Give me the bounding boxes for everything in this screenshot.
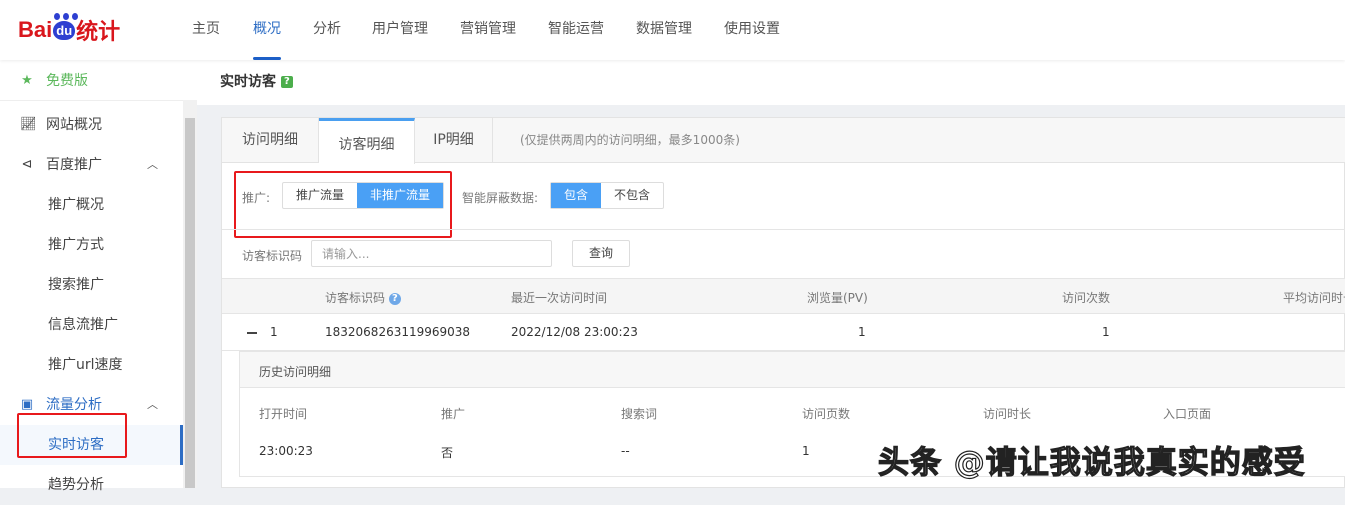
tab-note: (仅提供两周内的访问明细，最多1000条) — [520, 133, 740, 147]
query-button[interactable]: 查询 — [572, 240, 630, 267]
sidebar-item-search-promo[interactable]: 搜索推广 — [0, 265, 183, 305]
line-chart-icon: 📈︎ — [20, 117, 37, 132]
page-title: 实时访客 — [220, 74, 276, 90]
collapse-icon[interactable] — [247, 332, 257, 334]
page-title-bar: 实时访客 ? — [197, 60, 1345, 105]
col-avg-duration: 平均访问时长 — [1283, 291, 1345, 305]
pages-value: 1 — [802, 444, 810, 458]
col-last-visit: 最近一次访问时间 — [511, 291, 608, 305]
sidebar: ★ 免费版 📈︎ 网站概况 ⊲ 百度推广 ︿ 推广概况 推广方式 搜索推广 信息流推广 … — [0, 60, 197, 493]
col-pages: 访问页数 — [802, 407, 851, 421]
highlight-box — [234, 171, 452, 238]
visitor-id-input[interactable] — [311, 240, 552, 267]
sidebar-item-site-overview[interactable]: 📈︎ 网站概况 — [0, 105, 183, 145]
nav-marketing[interactable]: 营销管理 — [460, 0, 516, 60]
table-row[interactable]: 1 1832068263119969038 2022/12/08 23:00:2… — [222, 314, 1345, 351]
sidebar-item-trend-analysis[interactable]: 趋势分析 — [0, 465, 183, 505]
chevron-up-icon: ︿ — [147, 398, 158, 411]
col-promo: 推广 — [441, 407, 466, 421]
col-visitor-id: 访客标识码 ? — [325, 289, 401, 306]
nav-analysis[interactable]: 分析 — [313, 0, 341, 60]
col-keyword: 搜索词 — [621, 407, 658, 421]
col-open-time: 打开时间 — [259, 407, 308, 421]
nav-user-management[interactable]: 用户管理 — [372, 0, 428, 60]
sidebar-item-promo-overview[interactable]: 推广概况 — [0, 185, 183, 225]
nav-overview[interactable]: 概况 — [253, 0, 281, 60]
sidebar-item-feed-promo[interactable]: 信息流推广 — [0, 305, 183, 345]
sidebar-item-promo-url-speed[interactable]: 推广url速度 — [0, 345, 183, 385]
sidebar-free-plan[interactable]: ★ 免费版 — [0, 61, 183, 101]
logo-paw: du — [53, 12, 79, 40]
content-panel: 访问明细 访客明细 IP明细 (仅提供两周内的访问明细，最多1000条) 推广:… — [221, 117, 1345, 488]
smart-mask-segmented: 包含 不包含 — [550, 182, 665, 209]
col-entry-page: 入口页面 — [1163, 407, 1212, 421]
highlight-box — [17, 413, 127, 458]
col-visits: 访问次数 — [1062, 291, 1111, 305]
sidebar-item-baidu-promo[interactable]: ⊲ 百度推广 ︿ — [0, 145, 183, 185]
sidebar-item-promo-method[interactable]: 推广方式 — [0, 225, 183, 265]
col-pv: 浏览量(PV) — [807, 291, 868, 305]
visits-value: 1 — [1102, 325, 1110, 339]
open-time: 23:00:23 — [259, 444, 313, 458]
scrollbar-thumb[interactable] — [185, 118, 195, 488]
watermark: 头条 @请让我说我真实的感受 — [877, 444, 1306, 481]
keyword-value: -- — [621, 444, 630, 458]
pv-value: 1 — [858, 325, 866, 339]
smart-mask-label: 智能屏蔽数据: — [462, 191, 539, 205]
promo-value: 否 — [441, 446, 454, 460]
logo-text-cn: 统计 — [76, 19, 121, 44]
tab-ip-detail[interactable]: IP明细 — [415, 118, 493, 163]
visitor-id: 1832068263119969038 — [325, 325, 471, 339]
help-icon[interactable]: ? — [388, 292, 401, 305]
tab-visit-detail[interactable]: 访问明细 — [222, 118, 319, 163]
star-icon: ★ — [21, 73, 33, 88]
sidebar-scrollbar[interactable] — [183, 100, 197, 488]
tab-visitor-detail[interactable]: 访客明细 — [319, 118, 415, 164]
last-visit-time: 2022/12/08 23:00:23 — [511, 325, 638, 339]
logo-text: Bai — [18, 17, 53, 42]
include-option[interactable]: 包含 — [551, 183, 602, 208]
row-index: 1 — [270, 325, 278, 339]
help-icon[interactable]: ? — [280, 76, 293, 88]
top-header: Bai du 统计 主页 概况 分析 用户管理 营销管理 智能运营 数据管理 使… — [0, 0, 1345, 60]
nav-data-management[interactable]: 数据管理 — [636, 0, 692, 60]
nav-settings[interactable]: 使用设置 — [724, 0, 780, 60]
col-duration: 访问时长 — [983, 407, 1032, 421]
visitor-id-label: 访客标识码 — [242, 249, 303, 263]
nav-smart-ops[interactable]: 智能运营 — [548, 0, 604, 60]
nav-home[interactable]: 主页 — [192, 0, 220, 60]
chevron-up-icon: ︿ — [147, 158, 158, 171]
history-title: 历史访问明细 — [259, 365, 332, 379]
exclude-option[interactable]: 不包含 — [601, 183, 663, 208]
megaphone-icon: ⊲ — [21, 157, 33, 172]
baidu-tongji-logo[interactable]: Bai du 统计 — [18, 12, 120, 48]
